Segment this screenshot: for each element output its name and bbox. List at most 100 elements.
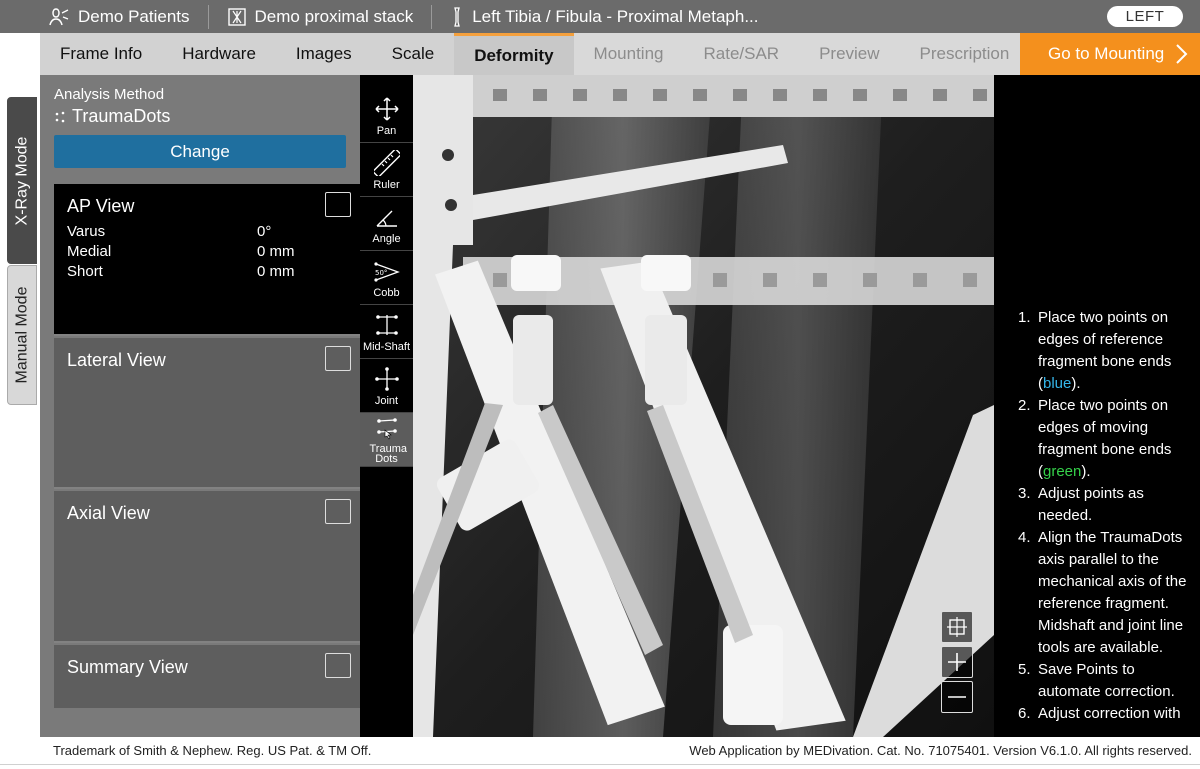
trauma-dots-tool[interactable]: Trauma Dots: [360, 413, 413, 467]
change-method-button[interactable]: Change: [54, 135, 346, 168]
ap-row-value: 0 mm: [257, 263, 295, 280]
cobb-tool-label: Cobb: [373, 287, 400, 299]
minus-icon: [948, 696, 966, 698]
ap-row-value: 0°: [257, 223, 272, 240]
step-number: 2.: [1018, 397, 1031, 414]
ruler-tool-label: Ruler: [373, 179, 400, 191]
trauma-dots-small-icon: [55, 111, 65, 122]
angle-tool[interactable]: Angle: [360, 197, 413, 251]
summary-view-title: Summary View: [67, 657, 188, 677]
mid-shaft-tool-label: Mid-Shaft: [362, 341, 411, 353]
joint-icon: [374, 367, 399, 391]
axial-view-title: Axial View: [67, 503, 150, 523]
xray-viewer[interactable]: [413, 75, 994, 737]
cobb-badge: 50°: [375, 269, 387, 277]
summary-view-card[interactable]: Summary View: [54, 645, 360, 708]
pan-tool-label: Pan: [376, 125, 397, 137]
cobb-icon: 50°: [373, 262, 400, 282]
ap-row-medial: Medial 0 mm: [67, 243, 307, 263]
trauma-dots-icon: [376, 418, 397, 440]
tab-manual-mode[interactable]: Manual Mode: [7, 265, 37, 405]
tab-manual-mode-label: Manual Mode: [13, 286, 31, 384]
ap-row-label: Medial: [67, 243, 112, 260]
ap-view-title: AP View: [67, 196, 135, 216]
ap-view-values: Varus 0° Medial 0 mm Short 0 mm: [67, 223, 307, 283]
app-window: Demo Patients Demo proximal stack Left T…: [0, 0, 1200, 769]
plus-icon: [948, 653, 966, 671]
ap-view-card[interactable]: AP View Varus 0° Medial 0 mm Short 0 mm: [54, 184, 360, 336]
axial-view-card[interactable]: Axial View: [54, 491, 360, 643]
footer-version: Web Application by MEDivation. Cat. No. …: [689, 743, 1192, 758]
instruction-step: 5. Save Points to automate correction.: [1018, 659, 1192, 703]
ap-view-checkbox[interactable]: [325, 192, 351, 217]
step-keyword-green: green: [1043, 463, 1082, 480]
analysis-method-text: TraumaDots: [72, 106, 171, 126]
step-text-end: ).: [1081, 463, 1091, 480]
divider: [0, 764, 1200, 765]
step-number: 5.: [1018, 661, 1031, 678]
tab-images[interactable]: Images: [276, 33, 372, 75]
ruler-tool[interactable]: Ruler: [360, 143, 413, 197]
tab-xray-mode[interactable]: X-Ray Mode: [7, 97, 37, 264]
tab-deformity[interactable]: Deformity: [454, 33, 574, 75]
summary-view-checkbox[interactable]: [325, 653, 351, 678]
footer: Trademark of Smith & Nephew. Reg. US Pat…: [40, 737, 1200, 764]
tab-scale[interactable]: Scale: [372, 33, 455, 75]
mid-shaft-icon: [375, 315, 398, 335]
step-text-end: ).: [1071, 375, 1081, 392]
fit-screen-icon: [947, 617, 967, 637]
header-bar: Demo Patients Demo proximal stack Left T…: [0, 0, 1200, 33]
instruction-step: 2. Place two points on edges of moving f…: [1018, 395, 1192, 483]
pan-tool[interactable]: Pan: [360, 89, 413, 143]
tab-xray-mode-label: X-Ray Mode: [13, 136, 31, 225]
step-number: 1.: [1018, 309, 1031, 326]
crumb-bone[interactable]: Left Tibia / Fibula - Proximal Metaph...: [432, 0, 776, 33]
mid-shaft-tool[interactable]: Mid-Shaft: [360, 305, 413, 359]
zoom-out-button[interactable]: [941, 681, 973, 713]
deformity-panel: Analysis Method TraumaDots Change AP Vie…: [40, 75, 360, 737]
step-text: Save Points to automate correction.: [1038, 661, 1175, 700]
tab-rate-sar[interactable]: Rate/SAR: [683, 33, 800, 75]
crumb-bone-label: Left Tibia / Fibula - Proximal Metaph...: [472, 6, 759, 26]
crumb-patients[interactable]: Demo Patients: [0, 0, 208, 33]
lateral-view-checkbox[interactable]: [325, 346, 351, 371]
instructions-list: 1. Place two points on edges of referenc…: [1018, 307, 1192, 725]
go-to-mounting-button[interactable]: Go to Mounting: [1020, 33, 1200, 75]
joint-tool[interactable]: Joint: [360, 359, 413, 413]
instruction-step: 3. Adjust points as needed.: [1018, 483, 1192, 527]
ap-row-label: Varus: [67, 223, 106, 240]
analysis-method: Analysis Method TraumaDots: [54, 86, 170, 127]
trauma-dots-tool-label: Trauma Dots: [369, 443, 408, 465]
xray-stack-icon: [227, 7, 246, 26]
angle-icon: [376, 210, 397, 227]
step-text: Align the TraumaDots axis parallel to th…: [1038, 529, 1187, 656]
cobb-tool[interactable]: 50° Cobb: [360, 251, 413, 305]
tab-mounting[interactable]: Mounting: [573, 33, 684, 75]
ruler-icon: [373, 150, 400, 176]
mode-tabs: X-Ray Mode Manual Mode: [0, 33, 40, 737]
angle-tool-label: Angle: [372, 233, 401, 245]
step-number: 3.: [1018, 485, 1031, 502]
tab-hardware[interactable]: Hardware: [162, 33, 276, 75]
tab-frame-info[interactable]: Frame Info: [40, 33, 162, 75]
workflow-tabs: Frame Info Hardware Images Scale Deformi…: [40, 33, 1200, 75]
crumb-stack[interactable]: Demo proximal stack: [209, 0, 432, 33]
instructions-panel: 1. Place two points on edges of referenc…: [994, 75, 1200, 737]
bone-icon: [454, 6, 461, 27]
ap-row-varus: Varus 0°: [67, 223, 307, 243]
measurement-toolbar: Pan Ruler Angle 50° Cobb Mid-Shaft Joint…: [360, 75, 413, 737]
zoom-in-button[interactable]: [941, 646, 973, 678]
fit-to-screen-button[interactable]: [941, 611, 973, 643]
tab-preview[interactable]: Preview: [799, 33, 900, 75]
step-text: Adjust correction with: [1038, 705, 1181, 722]
ap-row-short: Short 0 mm: [67, 263, 307, 283]
joint-tool-label: Joint: [374, 395, 399, 407]
ap-row-label: Short: [67, 263, 103, 280]
pan-icon: [374, 97, 399, 121]
step-number: 6.: [1018, 705, 1031, 722]
footer-trademark: Trademark of Smith & Nephew. Reg. US Pat…: [53, 743, 372, 758]
lateral-view-card[interactable]: Lateral View: [54, 338, 360, 489]
crumb-stack-label: Demo proximal stack: [254, 6, 414, 26]
tab-prescription[interactable]: Prescription: [899, 33, 1030, 75]
axial-view-checkbox[interactable]: [325, 499, 351, 524]
